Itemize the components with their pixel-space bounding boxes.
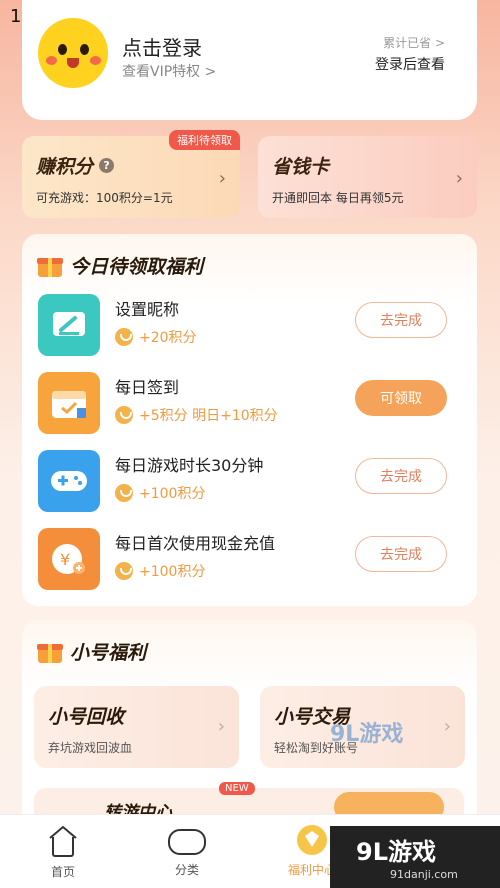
coin-icon — [115, 562, 133, 580]
watermark-text: 9L游戏 — [330, 722, 404, 747]
yuan-icon: ¥ — [38, 528, 100, 590]
svg-text:¥: ¥ — [60, 550, 70, 569]
section-header: 小号福利 — [37, 638, 147, 665]
saved-value: 登录后查看 — [375, 57, 445, 73]
gift-icon — [37, 255, 63, 277]
calendar-icon — [38, 372, 100, 434]
avatar-cheek-right — [90, 56, 101, 65]
vip-link[interactable]: 查看VIP特权 > — [122, 61, 216, 81]
task-action-button[interactable]: 去完成 — [355, 302, 447, 338]
avatar-eye-left — [58, 44, 67, 55]
tab-category[interactable]: 分类 — [142, 825, 232, 878]
chevron-right-icon: › — [455, 168, 463, 189]
task-name: 每日游戏时长30分钟 — [115, 456, 264, 475]
gamepad-icon — [168, 829, 206, 855]
earn-points-title: 赚积分 — [36, 156, 94, 178]
claim-button[interactable]: 可领取 — [355, 380, 447, 416]
section-title: 今日待领取福利 — [70, 256, 204, 278]
task-row: 每日游戏时长30分钟 +100积分 去完成 — [38, 450, 463, 514]
task-action-button[interactable]: 去完成 — [355, 536, 447, 572]
avatar-eye-right — [80, 44, 89, 55]
coin-icon — [115, 328, 133, 346]
login-title[interactable]: 点击登录 — [122, 32, 202, 61]
task-name: 每日签到 — [115, 378, 180, 397]
card-desc: 弃坑游戏回波血 — [48, 741, 133, 755]
chevron-right-icon: › — [443, 716, 451, 737]
task-action-button[interactable]: 去完成 — [355, 458, 447, 494]
watermark: 9L游戏 91danji.com — [330, 826, 500, 888]
task-reward: +20积分 — [115, 327, 197, 347]
saving-card-title: 省钱卡 — [272, 156, 330, 178]
gift-icon — [37, 641, 63, 663]
chevron-right-icon: › — [218, 168, 226, 189]
earn-points-title-row: 赚积分 ? — [36, 152, 226, 179]
home-icon — [49, 825, 77, 857]
tab-home[interactable]: 首页 — [18, 825, 108, 880]
profile-card[interactable]: 点击登录 查看VIP特权 > 累计已省 > 登录后查看 — [22, 0, 477, 120]
tab-label: 分类 — [174, 863, 199, 877]
welfare-badge: 福利待领取 — [169, 130, 240, 150]
section-title: 小号福利 — [70, 642, 147, 664]
card-title: 小号回收 — [48, 706, 125, 728]
task-row: 每日签到 +5积分 明日+10积分 可领取 — [38, 372, 463, 436]
watermark-url: 91danji.com — [390, 868, 458, 881]
task-name: 设置昵称 — [115, 300, 180, 319]
tab-label: 首页 — [50, 865, 75, 879]
coin-icon — [115, 484, 133, 502]
task-reward: +100积分 — [115, 561, 205, 581]
section-header: 今日待领取福利 — [37, 252, 204, 279]
new-badge: NEW — [219, 782, 255, 795]
saved-label[interactable]: 累计已省 > — [383, 34, 445, 51]
help-icon[interactable]: ? — [99, 158, 115, 173]
task-name: 每日首次使用现金充值 — [115, 534, 276, 553]
diamond-icon — [297, 825, 327, 855]
avatar-mouth — [67, 58, 79, 68]
chevron-right-icon: › — [217, 716, 225, 737]
avatar-cheek-left — [46, 56, 57, 65]
avatar[interactable] — [38, 18, 108, 88]
task-row: ¥ 每日首次使用现金充值 +100积分 去完成 — [38, 528, 463, 592]
daily-welfare-section: 今日待领取福利 设置昵称 +20积分 去完成 每日签到 +5积分 明日+10积分… — [22, 234, 477, 606]
task-row: 设置昵称 +20积分 去完成 — [38, 294, 463, 358]
gamepad-icon — [38, 450, 100, 512]
alt-recycle-card[interactable]: 小号回收 弃坑游戏回波血 › — [34, 686, 239, 768]
earn-points-subtitle: 可充游戏：100积分=1元 — [36, 191, 173, 205]
saving-card[interactable]: 省钱卡 开通即回本 每日再领5元 › — [258, 136, 477, 218]
task-reward: +5积分 明日+10积分 — [115, 405, 278, 425]
watermark-logo: 9L游戏 — [356, 838, 436, 866]
pencil-icon — [38, 294, 100, 356]
coin-icon — [115, 406, 133, 424]
task-reward: +100积分 — [115, 483, 205, 503]
saving-card-subtitle: 开通即回本 每日再领5元 — [272, 191, 404, 205]
earn-points-card[interactable]: 福利待领取 赚积分 ? 可充游戏：100积分=1元 › — [22, 130, 240, 218]
